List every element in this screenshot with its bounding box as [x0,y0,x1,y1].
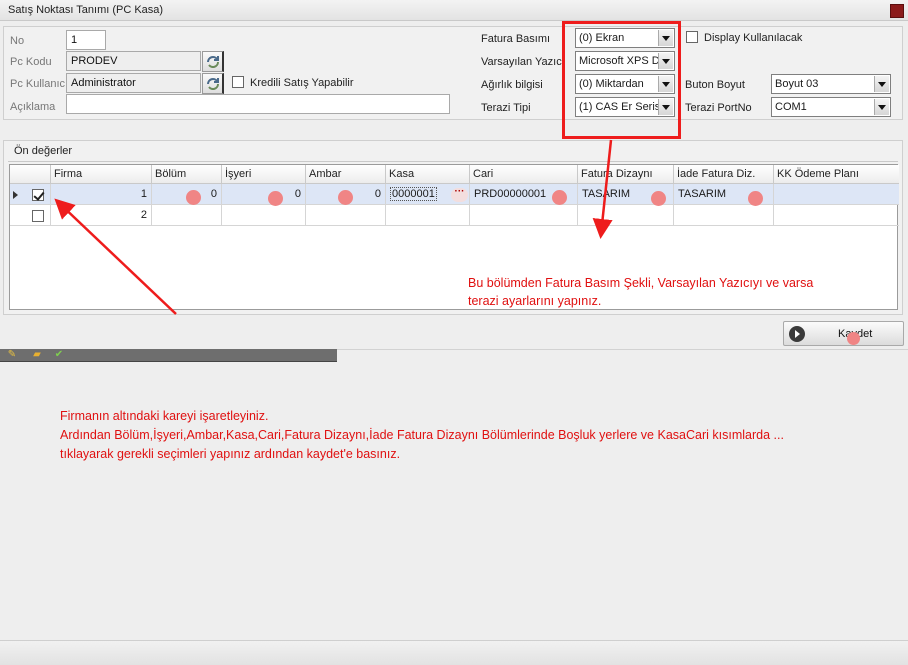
cell-fatura-dizayni[interactable] [578,205,674,226]
display-label: Display Kullanılacak [704,32,803,44]
save-button[interactable]: Kaydet [783,321,904,346]
pc-kullanici-field[interactable]: Administrator [66,73,201,93]
varsayilan-yazici-label: Varsayılan Yazıcı [481,56,565,68]
col-header-isyeri[interactable]: İşyeri [222,165,306,184]
no-field[interactable]: 1 [66,30,106,50]
folder-icon[interactable]: ▰ [31,349,43,361]
col-header-cari[interactable]: Cari [470,165,578,184]
col-header-bolum[interactable]: Bölüm [152,165,222,184]
annotation-right-line1: Bu bölümden Fatura Basım Şekli, Varsayıl… [468,276,814,290]
close-icon[interactable] [890,4,904,18]
divider [8,161,898,162]
aciklama-field[interactable] [66,94,450,114]
terazi-tipi-label: Terazi Tipi [481,102,531,114]
no-label: No [10,35,25,47]
defaults-panel: Ön değerler Firma Bölüm İşyeri Ambar Kas… [3,140,903,315]
terazi-portno-select[interactable]: COM1 [771,97,891,117]
annotation-dot [748,191,763,206]
pc-kullanici-label: Pc Kullanıcı [10,78,69,90]
row-selector[interactable] [10,205,51,226]
annotation-bottom-line1: Firmanın altındaki kareyi işaretleyiniz. [60,409,269,423]
pc-kodu-field[interactable]: PRODEV [66,51,201,71]
row1-checkbox[interactable] [32,189,44,201]
cell-cari[interactable] [470,205,578,226]
highlight-box [562,21,681,139]
col-header-fatura-dizayni[interactable]: Fatura Dizaynı [578,165,674,184]
chevron-down-icon [874,99,889,115]
annotation-dot [186,190,201,205]
annotation-right-line2: terazi ayarlarını yapınız. [468,294,602,308]
status-bar [0,640,908,665]
annotation-dot [552,190,567,205]
col-header-firma[interactable]: Firma [51,165,152,184]
buton-boyut-select[interactable]: Boyut 03 [771,74,891,94]
toolstrip: ✎ ▰ ✔ [0,349,337,362]
window-titlebar: Satış Noktası Tanımı (PC Kasa) [0,0,908,21]
annotation-dot [268,191,283,206]
terazi-portno-label: Terazi PortNo [685,102,752,114]
pc-kodu-pick-button[interactable] [202,51,224,72]
grid-header-corner [10,165,51,184]
cell-bolum[interactable] [152,205,222,226]
col-header-kk-odeme[interactable]: KK Ödeme Planı [774,165,899,184]
check-icon[interactable]: ✔ [53,349,65,361]
agirlik-bilgisi-label: Ağırlık bilgisi [481,79,543,91]
pc-kullanici-pick-button[interactable] [202,73,224,94]
defaults-title: Ön değerler [14,145,73,157]
annotation-bottom-line2: Ardından Bölüm,İşyeri,Ambar,Kasa,Cari,Fa… [60,428,784,442]
cell-kk-odeme[interactable] [774,184,899,205]
annotation-dot [651,191,666,206]
display-checkbox[interactable] [686,31,698,43]
buton-boyut-value: Boyut 03 [775,78,819,90]
refresh-pick-icon [206,55,219,68]
row-pointer-icon [13,191,18,199]
cell-firma[interactable]: 2 [51,205,152,226]
col-header-iade-fatura[interactable]: İade Fatura Diz. [674,165,774,184]
col-header-ambar[interactable]: Ambar [306,165,386,184]
terazi-portno-value: COM1 [775,101,807,113]
defaults-grid: Firma Bölüm İşyeri Ambar Kasa Cari Fatur… [9,164,899,310]
annotation-bottom-line3: tıklayarak gerekli seçimleri yapınız ard… [60,447,401,461]
col-header-kasa[interactable]: Kasa [386,165,470,184]
cell-kasa-value: 0000001 [390,187,437,201]
window-title: Satış Noktası Tanımı (PC Kasa) [8,4,164,16]
play-circle-icon [789,326,805,342]
aciklama-label: Açıklama [10,101,56,113]
buton-boyut-label: Buton Boyut [685,79,745,91]
cell-kk-odeme[interactable] [774,205,899,226]
kredili-label: Kredili Satış Yapabilir [250,77,354,89]
kasa-ellipsis-button[interactable]: ··· [451,187,468,202]
annotation-dot [338,190,353,205]
pencil-icon[interactable]: ✎ [6,349,18,361]
annotation-dot [847,332,860,345]
cell-isyeri[interactable]: 0 [222,184,306,205]
cell-iade-fatura[interactable] [674,205,774,226]
cell-ambar[interactable] [306,205,386,226]
cell-firma[interactable]: 1 [51,184,152,205]
fatura-basimi-label: Fatura Basımı [481,33,551,45]
chevron-down-icon [874,76,889,92]
kredili-checkbox[interactable] [232,76,244,88]
pc-kodu-label: Pc Kodu [10,56,52,68]
refresh-pick-icon [206,77,219,90]
row2-checkbox[interactable] [32,210,44,222]
cell-kasa[interactable] [386,205,470,226]
cell-isyeri[interactable] [222,205,306,226]
